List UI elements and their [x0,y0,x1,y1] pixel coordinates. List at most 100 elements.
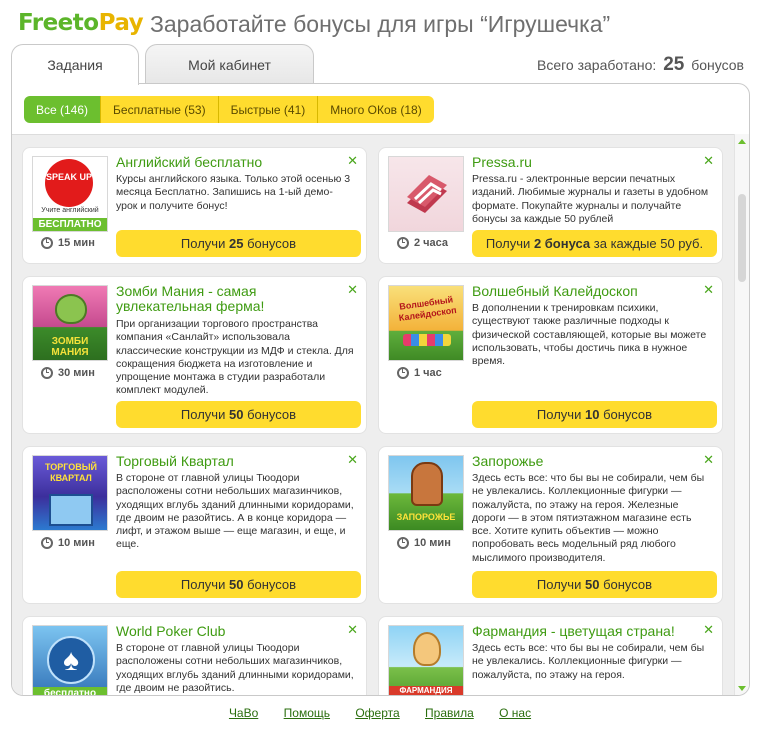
get-bonus-button[interactable]: Получи 50 бонусов [472,571,717,598]
tab-tasks[interactable]: Задания [11,44,139,85]
offer-description: Pressa.ru - электронные версии печатных … [472,173,709,225]
get-bonus-button[interactable]: Получи 10 бонусов [472,401,717,428]
close-icon[interactable]: ✕ [347,622,358,638]
offer-card-zombie: ЗОМБИ МАНИЯ 30 мин Зомби Мания - самая у… [22,276,367,434]
offer-title[interactable]: World Poker Club [116,624,342,639]
footer-link-help[interactable]: Помощь [284,706,330,720]
offer-description: Курсы английского языка. Только этой осе… [116,173,351,212]
tasks-panel: Все (146) Бесплатные (53) Быстрые (41) М… [11,83,750,696]
duration-text: 2 часа [414,237,449,249]
duration: 1 час [397,367,442,379]
cta-suffix: бонусов [603,407,653,422]
tab-my-account[interactable]: Мой кабинет [145,44,314,84]
offer-thumbnail[interactable]: ♠ бесплатно [32,625,108,695]
duration-text: 30 мин [58,367,95,379]
close-icon[interactable]: ✕ [347,282,358,298]
page-title: Заработайте бонусы для игры “Игрушечка” [150,11,611,37]
offer-description: Здесь есть все: что бы вы не собирали, ч… [472,642,705,681]
duration: 10 мин [397,537,451,549]
offer-title[interactable]: Торговый Квартал [116,454,342,469]
get-bonus-button[interactable]: Получи 25 бонусов [116,230,361,257]
offer-title[interactable]: Зомби Мания - самая увлекательная ферма! [116,284,342,314]
footer: ЧаВо Помощь Оферта Правила О нас [0,706,760,720]
offer-title[interactable]: Английский бесплатно [116,155,342,170]
offer-thumbnail[interactable]: ТОРГОВЫЙ КВАРТАЛ [32,455,108,531]
cta-prefix: Получи [485,236,531,251]
scroll-up-arrow-icon[interactable] [738,139,746,144]
footer-link-about[interactable]: О нас [499,706,531,720]
filter-free[interactable]: Бесплатные (53) [101,96,219,123]
get-bonus-button[interactable]: Получи 50 бонусов [116,571,361,598]
clock-icon [397,367,409,379]
offer-card-trade-quarter: ТОРГОВЫЙ КВАРТАЛ 10 мин Торговый Квартал… [22,446,367,604]
filter-all[interactable]: Все (146) [24,96,102,123]
offer-description: В дополнении к тренировкам психики, суще… [472,302,707,368]
offer-title[interactable]: Запорожье [472,454,698,469]
offer-title[interactable]: Pressa.ru [472,155,698,170]
cta-suffix: бонусов [247,577,297,592]
cta-suffix: бонусов [247,407,297,422]
pressa-logo-icon [407,175,447,213]
close-icon[interactable]: ✕ [703,452,714,468]
cta-prefix: Получи [536,577,582,592]
offer-thumbnail[interactable]: SPEAK UP Учите английский БЕСПЛАТНО [32,156,108,232]
building-icon [49,494,93,526]
close-icon[interactable]: ✕ [703,622,714,638]
filter-fast[interactable]: Быстрые (41) [218,96,319,123]
offer-thumbnail[interactable]: ЗОМБИ МАНИЯ [32,285,108,361]
vertical-scrollbar[interactable] [734,134,749,695]
duration: 2 часа [397,237,448,249]
duration-text: 10 мин [58,537,95,549]
header: FreetoPay Заработайте бонусы для игры “И… [0,0,760,50]
thumb-title: ФАРМАНДИЯ [389,686,463,695]
scroll-down-arrow-icon[interactable] [738,686,746,691]
clock-icon [397,537,409,549]
close-icon[interactable]: ✕ [703,153,714,169]
close-icon[interactable]: ✕ [347,153,358,169]
offer-description: При организации торгового пространства к… [116,318,354,397]
filter-bar: Все (146) Бесплатные (53) Быстрые (41) М… [24,96,434,123]
thumb-title: ТОРГОВЫЙ КВАРТАЛ [44,462,98,483]
earned-suffix: бонусов [691,57,744,73]
get-bonus-button[interactable]: Получи 50 бонусов [116,401,361,428]
clock-icon [41,237,53,249]
get-bonus-button[interactable]: Получи 2 бонуса за каждые 50 руб. [472,230,717,257]
offer-card-english: SPEAK UP Учите английский БЕСПЛАТНО 15 м… [22,147,367,264]
close-icon[interactable]: ✕ [347,452,358,468]
duration-text: 10 мин [414,537,451,549]
offer-card-pressa: 2 часа Pressa.ru ✕ Pressa.ru - электронн… [378,147,723,264]
thumb-caption: Учите английский [41,207,99,214]
footer-link-offer[interactable]: Оферта [355,706,399,720]
duration-text: 1 час [414,367,442,379]
offer-description: В стороне от главной улицы Тюодори распо… [116,472,354,551]
cta-prefix: Получи [180,236,226,251]
duration: 15 мин [41,237,95,249]
footer-link-faq[interactable]: ЧаВо [229,706,258,720]
footer-link-rules[interactable]: Правила [425,706,474,720]
offer-thumbnail[interactable]: Волшебный Калейдоскоп [388,285,464,361]
thumb-title: ЗАПОРОЖЬЕ [396,512,456,522]
filter-many-oks[interactable]: Много ОКов (18) [318,96,434,123]
scrollbar-thumb[interactable] [738,194,746,282]
offer-thumbnail[interactable] [388,156,464,232]
free-badge: бесплатно [33,687,107,695]
thumb-title: ЗОМБИ МАНИЯ [51,336,89,358]
cta-amount: 10 [584,407,600,422]
clock-icon [41,537,53,549]
offer-thumbnail[interactable]: ЗАПОРОЖЬЕ [388,455,464,531]
cta-prefix: Получи [180,577,226,592]
free-badge: БЕСПЛАТНО [33,218,107,231]
close-icon[interactable]: ✕ [703,282,714,298]
offer-title[interactable]: Волшебный Калейдоскоп [472,284,698,299]
offer-title[interactable]: Фармандия - цветущая страна! [472,624,698,639]
offer-card-world-poker: ♠ бесплатно World Poker Club ✕ В стороне… [22,616,367,695]
offer-thumbnail[interactable]: ФАРМАНДИЯ [388,625,464,695]
cta-amount: 50 [228,407,244,422]
cta-amount: 25 [228,236,244,251]
spade-globe-icon: ♠ [47,636,95,684]
offer-description: В стороне от главной улицы Тюодори распо… [116,642,354,694]
cta-prefix: Получи [536,407,582,422]
offer-card-farmandia: ФАРМАНДИЯ Фармандия - цветущая страна! ✕… [378,616,723,695]
freetopay-logo[interactable]: FreetoPay [18,10,144,36]
earned-value: 25 [663,54,685,75]
